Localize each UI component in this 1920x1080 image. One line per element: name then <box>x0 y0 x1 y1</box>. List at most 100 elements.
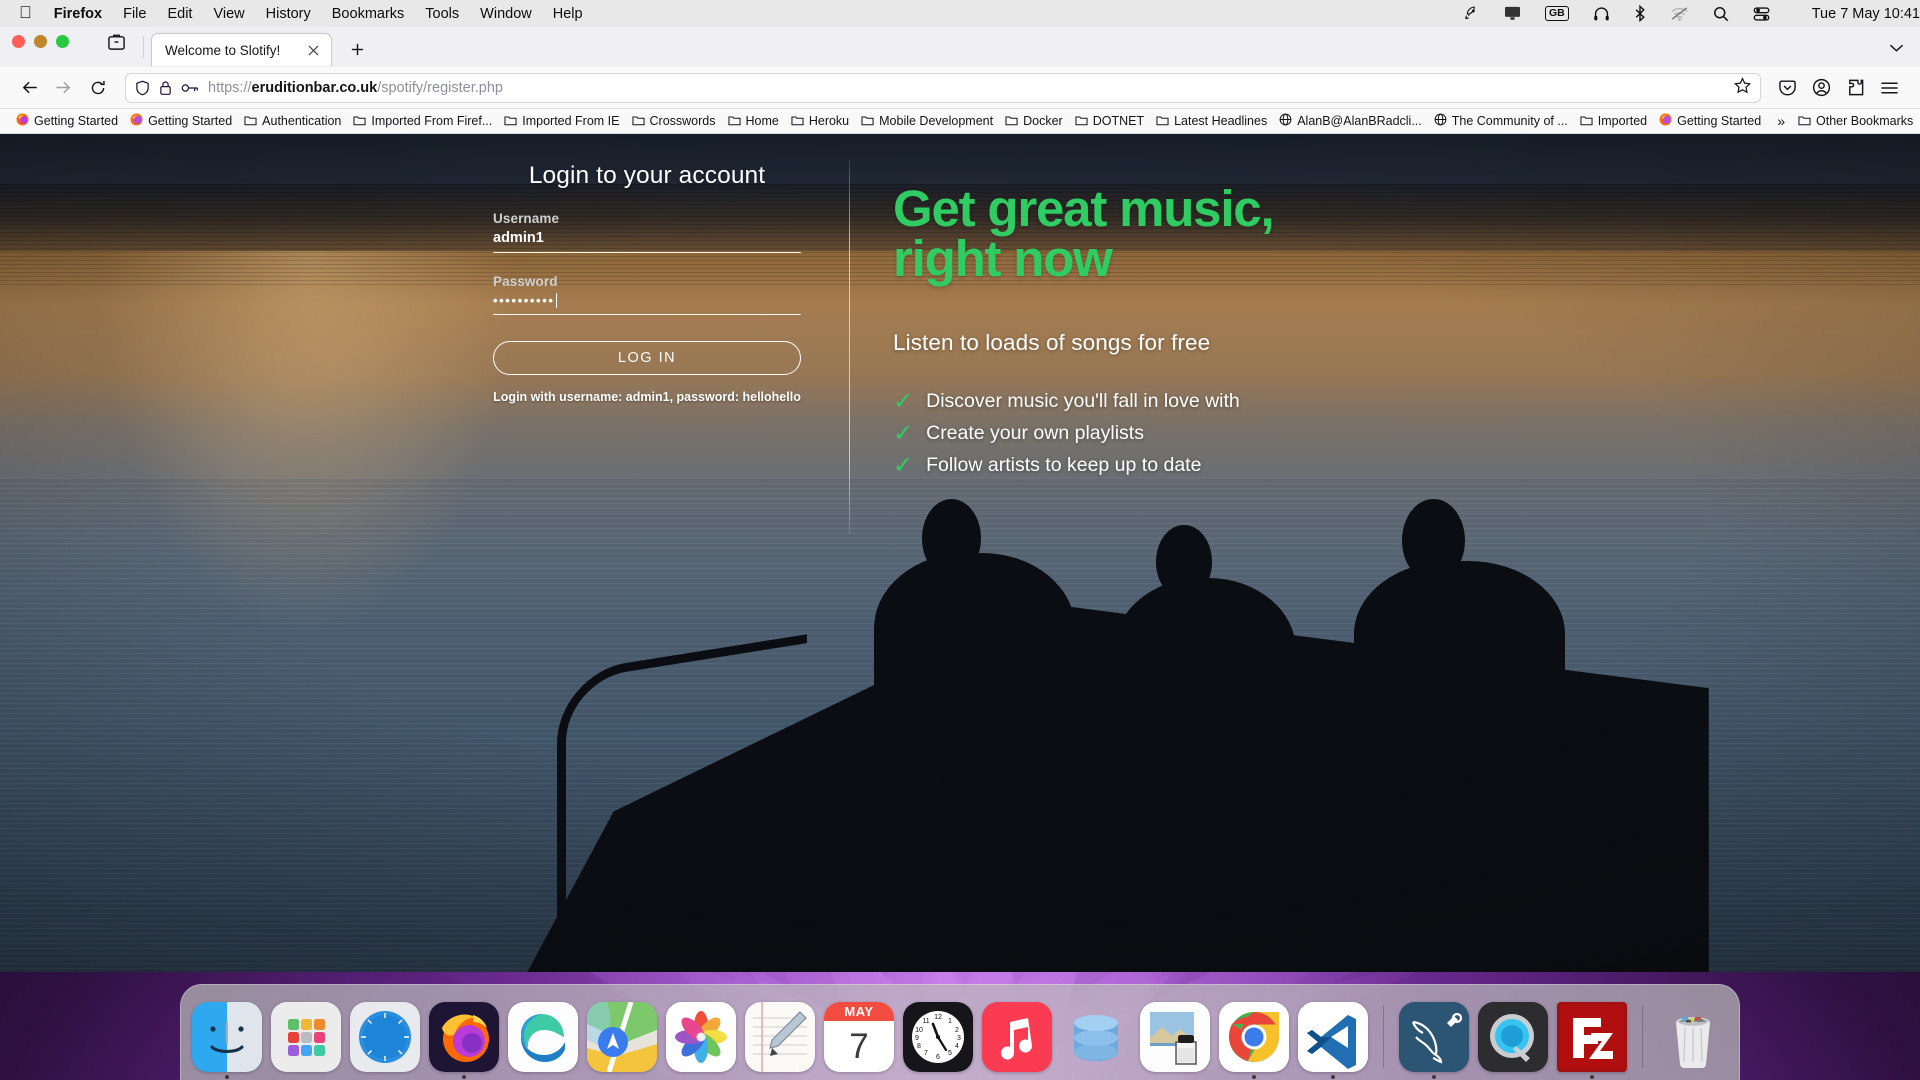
dock-item-google-chrome[interactable] <box>1219 1002 1289 1079</box>
star-icon[interactable] <box>1733 77 1752 98</box>
menu-bar-clock[interactable]: Tue 7 May 10:41 <box>1812 6 1920 22</box>
check-icon: ✓ <box>893 387 914 415</box>
rocket-icon[interactable] <box>1463 5 1480 22</box>
browser-tab[interactable]: Welcome to Slotify! <box>151 33 332 66</box>
check-icon: ✓ <box>893 419 914 447</box>
svg-text:11: 11 <box>922 1018 929 1025</box>
menu-item-help[interactable]: Help <box>553 6 583 22</box>
dock-item-notes[interactable] <box>745 1002 815 1072</box>
bookmark-label: Authentication <box>262 114 342 128</box>
bookmark-item[interactable]: The Community of ... <box>1428 111 1574 131</box>
bookmark-item[interactable]: Imported From IE <box>498 112 625 131</box>
username-label: Username <box>493 211 560 226</box>
apple-logo-icon[interactable]:  <box>19 4 32 21</box>
dock-item-maps[interactable] <box>587 1002 657 1072</box>
bookmark-item[interactable]: Imported <box>1574 112 1653 131</box>
headphones-icon[interactable] <box>1593 6 1610 22</box>
dock-item-safari[interactable] <box>350 1002 420 1072</box>
dock-item-music[interactable] <box>982 1002 1052 1072</box>
bookmark-item[interactable]: Imported From Firef... <box>347 112 498 131</box>
dock-item-clock[interactable]: 12 1 2 3 4567 8 9 10 11 <box>903 1002 973 1072</box>
control-center-icon[interactable] <box>1753 6 1770 22</box>
chevron-double-right-icon[interactable]: » <box>1767 113 1792 129</box>
keyboard-layout-badge[interactable]: GB <box>1544 6 1569 21</box>
firefox-favicon-icon <box>16 113 29 129</box>
bookmark-item[interactable]: Latest Headlines <box>1150 112 1273 131</box>
list-item: ✓ Follow artists to keep up to date <box>893 453 1273 478</box>
search-icon[interactable] <box>1713 6 1729 22</box>
dock-item-trash[interactable] <box>1658 1002 1728 1072</box>
padlock-icon[interactable] <box>159 80 172 96</box>
pocket-icon[interactable] <box>1770 72 1804 104</box>
username-input[interactable]: admin1 <box>493 230 801 253</box>
menu-item-bookmarks[interactable]: Bookmarks <box>332 6 405 22</box>
dock-item-launchpad[interactable] <box>271 1002 341 1072</box>
password-input[interactable]: •••••••••• <box>493 293 801 315</box>
wifi-off-icon[interactable] <box>1670 6 1689 21</box>
menu-item-file[interactable]: File <box>123 6 146 22</box>
bookmark-item[interactable]: Home <box>722 112 785 131</box>
dock-item-quicktime-player[interactable] <box>1478 1002 1548 1072</box>
chevron-down-icon[interactable] <box>1889 40 1904 58</box>
firefox-window: Welcome to Slotify! https://eruditionbar… <box>0 27 1920 972</box>
plus-icon[interactable] <box>346 38 368 60</box>
reload-icon[interactable] <box>82 72 114 104</box>
menu-item-edit[interactable]: Edit <box>167 6 192 22</box>
menu-item-window[interactable]: Window <box>480 6 532 22</box>
menu-item-history[interactable]: History <box>266 6 311 22</box>
mysql-workbench-icon <box>1399 1002 1469 1072</box>
arrow-left-icon[interactable] <box>14 72 46 104</box>
dock-item-firefox[interactable] <box>429 1002 499 1079</box>
bookmark-item[interactable]: Docker <box>999 112 1069 131</box>
dock-item-database[interactable] <box>1061 1002 1131 1072</box>
credentials-hint: Login with username: admin1, password: h… <box>493 390 801 404</box>
quicktime-player-icon <box>1478 1002 1548 1072</box>
menu-icon[interactable] <box>1872 72 1906 104</box>
close-button[interactable] <box>12 34 25 48</box>
dock-item-visual-studio-code[interactable] <box>1298 1002 1368 1079</box>
bookmark-item[interactable]: DOTNET <box>1069 112 1150 131</box>
folder-icon <box>861 114 874 129</box>
bluetooth-icon[interactable] <box>1634 5 1646 22</box>
address-bar[interactable]: https://eruditionbar.co.uk/spotify/regis… <box>125 72 1761 103</box>
page-overlay: Login to your account Username admin1 Pa… <box>0 134 1920 972</box>
minimize-button[interactable] <box>34 34 47 48</box>
running-indicator <box>1252 1075 1256 1079</box>
other-bookmarks-button[interactable]: Other Bookmarks <box>1792 112 1919 131</box>
feature-label: Discover music you'll fall in love with <box>926 390 1240 413</box>
bookmark-item[interactable]: Getting Started <box>124 111 238 131</box>
account-icon[interactable] <box>1804 72 1838 104</box>
bookmark-label: Getting Started <box>34 114 119 128</box>
shield-icon[interactable] <box>135 80 150 96</box>
bookmark-item[interactable]: AlanB@AlanBRadcli... <box>1273 111 1428 131</box>
url-text[interactable]: https://eruditionbar.co.uk/spotify/regis… <box>208 80 1726 96</box>
dock-item-preview[interactable] <box>1140 1002 1210 1072</box>
dock-item-filezilla[interactable] <box>1557 1002 1627 1079</box>
bookmark-item[interactable]: Authentication <box>238 112 347 131</box>
dock-item-microsoft-edge[interactable] <box>508 1002 578 1072</box>
close-icon[interactable] <box>304 41 322 59</box>
bookmark-item[interactable]: Mobile Development <box>855 112 999 131</box>
key-icon[interactable] <box>181 81 199 95</box>
sidebar-toggle-icon[interactable] <box>107 33 126 56</box>
display-icon[interactable] <box>1504 6 1521 21</box>
running-indicator <box>1432 1075 1436 1079</box>
launchpad-icon <box>271 1002 341 1072</box>
zoom-button[interactable] <box>56 34 69 48</box>
login-button[interactable]: LOG IN <box>493 341 801 375</box>
dock-item-photos[interactable] <box>666 1002 736 1072</box>
arrow-right-icon[interactable] <box>46 72 78 104</box>
bookmark-item[interactable]: Heroku <box>785 112 855 131</box>
other-bookmarks-label: Other Bookmarks <box>1816 114 1914 128</box>
dock-item-finder[interactable] <box>192 1002 262 1079</box>
bookmark-item[interactable]: Getting Started <box>1653 111 1767 131</box>
menu-item-tools[interactable]: Tools <box>425 6 459 22</box>
dock-item-mysql-workbench[interactable] <box>1399 1002 1469 1079</box>
dock-item-calendar[interactable]: MAY 7 <box>824 1002 894 1072</box>
bookmark-item[interactable]: Getting Started <box>10 111 124 131</box>
menu-item-firefox[interactable]: Firefox <box>54 6 102 22</box>
extensions-icon[interactable] <box>1838 72 1872 104</box>
bookmarks-toolbar: Getting Started Getting Started Authenti… <box>0 109 1920 134</box>
menu-item-view[interactable]: View <box>213 6 244 22</box>
bookmark-item[interactable]: Crosswords <box>626 112 722 131</box>
